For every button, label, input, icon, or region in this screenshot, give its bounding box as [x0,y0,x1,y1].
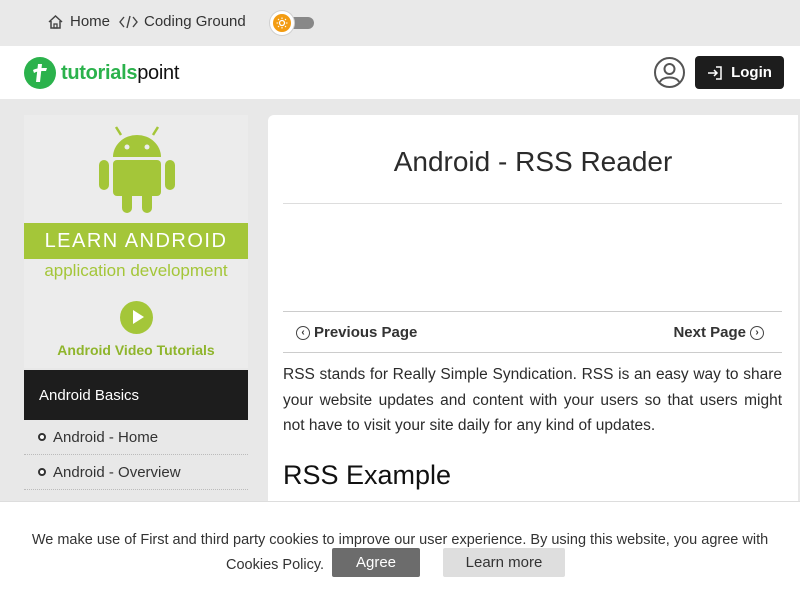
previous-page-label: Previous Page [314,324,418,341]
sidebar-item-android-home[interactable]: Android - Home [24,420,248,455]
chevron-left-icon: ‹ [296,325,310,340]
learn-more-button[interactable]: Learn more [443,548,565,577]
code-icon [119,15,138,28]
user-icon[interactable] [654,57,685,88]
main-content: Android - RSS Reader ‹ Previous Page Nex… [268,115,798,535]
sidebar: LEARN ANDROID application development An… [24,115,248,515]
coding-ground-link[interactable]: Coding Ground [119,13,246,30]
section-heading: RSS Example [283,460,452,490]
promo-subtitle: application development [44,261,228,280]
cookies-policy-link[interactable]: Cookies Policy. [226,553,324,578]
top-bar: Home Coding Ground [0,0,800,46]
login-button[interactable]: Login [695,56,784,89]
android-robot-icon [99,126,175,213]
logo-text-tutorials: tutorials [61,61,138,84]
home-label: Home [70,13,111,30]
previous-page-link[interactable]: ‹ Previous Page [296,324,417,341]
next-page-label: Next Page [673,324,746,341]
agree-button[interactable]: Agree [332,548,420,577]
bullet-icon [38,433,46,441]
logo-text-point: point [137,61,180,84]
coding-ground-label: Coding Ground [144,13,246,30]
divider [283,203,782,204]
theme-toggle[interactable] [270,11,316,35]
promo-title: LEARN ANDROID [24,223,248,259]
bullet-icon [38,468,46,476]
cookie-banner: We make use of First and third party coo… [0,501,800,600]
play-icon [120,301,153,334]
sidebar-section-title: Android Basics [24,370,248,420]
sidebar-item-label: Android - Home [53,428,159,446]
sun-icon [270,11,294,35]
site-header: tutorialspoint Login [0,46,800,99]
page-navigation: ‹ Previous Page Next Page › [283,311,782,353]
sidebar-item-label: Android - Overview [53,463,181,481]
page-title: Android - RSS Reader [393,146,673,177]
site-logo[interactable]: tutorialspoint [24,57,179,89]
intro-paragraph: RSS stands for Really Simple Syndication… [283,366,782,434]
login-label: Login [731,64,772,81]
home-icon [48,14,63,29]
android-promo-banner[interactable]: LEARN ANDROID application development An… [24,115,248,368]
promo-video-label: Android Video Tutorials [57,342,215,358]
chevron-right-icon: › [750,325,764,340]
sidebar-item-android-overview[interactable]: Android - Overview [24,455,248,490]
login-icon [708,65,722,80]
next-page-link[interactable]: Next Page › [673,324,764,341]
home-link[interactable]: Home [47,13,110,30]
logo-icon [24,57,56,89]
